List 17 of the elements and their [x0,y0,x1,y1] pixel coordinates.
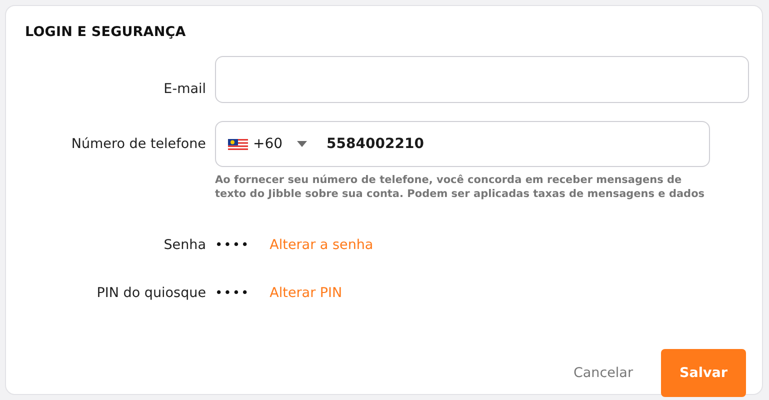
section-title: LOGIN E SEGURANÇA [25,24,187,40]
caret-icon[interactable] [296,141,307,147]
phone-input[interactable]: 5584002210 [326,136,627,152]
masked-value: •••• [215,238,250,252]
field-label: Senha [162,237,206,253]
change-link[interactable]: Alterar PIN [270,285,342,301]
field-label: PIN do quiosque [96,285,206,301]
email-input[interactable] [215,56,749,103]
country-code[interactable]: +60 [253,136,283,152]
field-label: E-mail [162,80,206,96]
cancel-button[interactable]: Cancelar [567,364,639,382]
field-label: Número de telefone [70,136,206,152]
masked-value: •••• [215,286,250,300]
phone-hint: Ao fornecer seu número de telefone, você concorda em receber mensagens de texto do Jibble sobre sua conta. Podem ser aplicadas taxas de mensagens e dados [215,173,706,201]
flag-icon [228,138,248,150]
change-link[interactable]: Alterar a senha [270,237,374,253]
save-button[interactable]: Salvar [661,349,746,397]
